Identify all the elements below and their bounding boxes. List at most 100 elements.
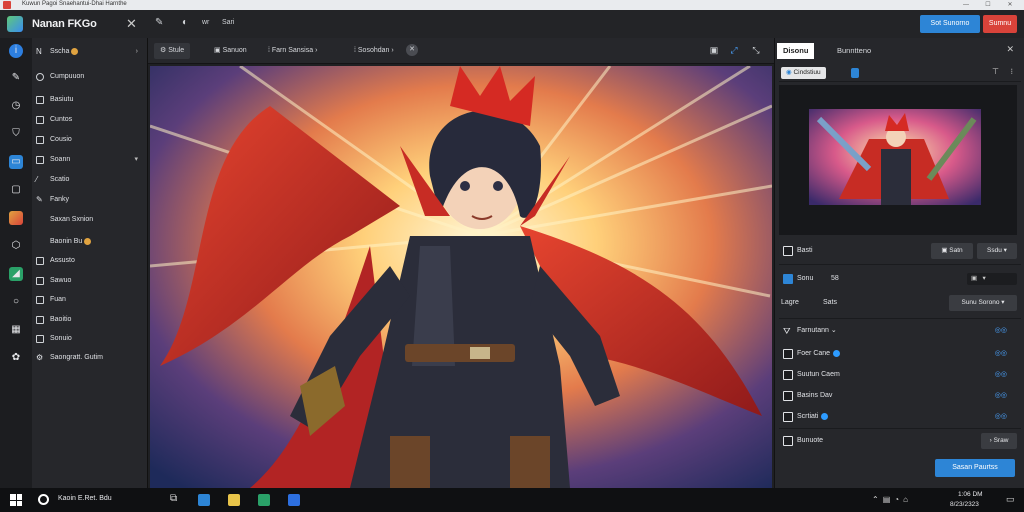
- panel-header-chip[interactable]: ◉ Cindstiuu: [781, 67, 826, 79]
- image-canvas[interactable]: [150, 66, 772, 488]
- windows-start-icon[interactable]: [10, 494, 22, 506]
- eye-icon[interactable]: ◎◎: [995, 323, 1007, 339]
- primary-action-button[interactable]: Sot Sunorno: [920, 15, 980, 33]
- satn-button[interactable]: ▣ Satn: [931, 243, 973, 259]
- sidebar-item[interactable]: Saxan Sxnion: [34, 212, 146, 228]
- adjust-icon[interactable]: ⬡: [9, 239, 23, 253]
- layer-row[interactable]: Suutun Caem ◎◎: [781, 367, 1019, 383]
- pin-icon[interactable]: ⊤: [992, 67, 999, 76]
- info-icon[interactable]: i: [9, 44, 23, 58]
- sonu-value: 58: [831, 275, 839, 282]
- checkbox[interactable]: [783, 412, 793, 422]
- sidebar-item[interactable]: ⚙ Saongratt. Gutim: [34, 350, 146, 366]
- layer-row[interactable]: Basins Dav ◎◎: [781, 388, 1019, 404]
- square-icon: [36, 257, 44, 265]
- chevron-icon[interactable]: ▾: [134, 152, 138, 168]
- secondary-action-button[interactable]: Sumnu: [983, 15, 1017, 33]
- checkbox[interactable]: [783, 391, 793, 401]
- sidebar-item[interactable]: Sawuo: [34, 273, 146, 289]
- chevron-down-icon[interactable]: ›: [136, 44, 138, 60]
- search-icon[interactable]: [38, 494, 49, 505]
- minimize-button[interactable]: —: [960, 0, 972, 10]
- pen-tool-icon[interactable]: ✎: [155, 17, 163, 28]
- grid-icon[interactable]: ▦: [9, 323, 23, 337]
- shield-icon[interactable]: ⛉: [9, 127, 23, 141]
- window-title: Kuwun Pagoi Snaehantui-Dhai Harnthe: [22, 1, 127, 7]
- circle-icon[interactable]: ○: [9, 295, 23, 309]
- eye-icon[interactable]: ◎◎: [995, 367, 1007, 383]
- close-panel-icon[interactable]: ✕: [1006, 44, 1014, 55]
- frame-icon[interactable]: ▢: [9, 183, 23, 197]
- checkbox[interactable]: [783, 246, 793, 256]
- explorer-icon[interactable]: [198, 494, 210, 506]
- layers-icon[interactable]: ▭: [9, 155, 23, 169]
- tab-farn-sansisa[interactable]: ⁞ Farn Sansisa ›: [262, 43, 323, 59]
- folder-icon[interactable]: [228, 494, 240, 506]
- app-icon[interactable]: [288, 494, 300, 506]
- layer-row[interactable]: Scrtiati ◎◎: [781, 409, 1019, 425]
- sidebar-item[interactable]: Basiutu: [34, 92, 146, 108]
- sidebar-item[interactable]: Assusto: [34, 253, 146, 269]
- ssdu-dropdown[interactable]: Ssdu ▾: [977, 243, 1017, 259]
- palette-icon[interactable]: [9, 211, 23, 225]
- sraw-button[interactable]: › Sraw: [981, 433, 1017, 449]
- layers-header[interactable]: ⛛ Farnutann ⌄ ◎◎: [781, 323, 1019, 339]
- tool-sari[interactable]: Sari: [222, 19, 234, 26]
- chevron-down-icon[interactable]: ›: [313, 47, 317, 54]
- sidebar-item[interactable]: Cousio: [34, 132, 146, 148]
- checkbox[interactable]: [783, 436, 793, 446]
- tab-sosohdan[interactable]: ⁞ Sosohdan ›: [348, 43, 400, 59]
- brush-icon[interactable]: ✎: [9, 71, 23, 85]
- sidebar-item[interactable]: Soann ▾: [34, 152, 146, 168]
- sidebar-item[interactable]: ⁄ Scatio: [34, 172, 146, 188]
- divider: [779, 264, 1021, 265]
- tab-stule[interactable]: ⚙ Stule: [154, 43, 191, 59]
- history-icon[interactable]: ◷: [9, 99, 23, 113]
- checkbox[interactable]: [783, 274, 793, 284]
- share-icon[interactable]: ⤢: [728, 44, 740, 56]
- sidebar-item[interactable]: Cuntos: [34, 112, 146, 128]
- checkbox[interactable]: [783, 349, 793, 359]
- tray-icons[interactable]: ⌃▤◔⌂: [872, 495, 912, 504]
- more-icon[interactable]: ⁝: [1010, 67, 1013, 76]
- sidebar-item-sscha[interactable]: N Sscha ›: [34, 44, 146, 60]
- task-view-icon[interactable]: ⧉: [170, 493, 177, 504]
- chevron-icon[interactable]: ›: [389, 47, 393, 54]
- eye-icon[interactable]: ◎◎: [995, 409, 1007, 425]
- tool-wr[interactable]: wr: [202, 19, 209, 26]
- settings-icon[interactable]: ✿: [9, 351, 23, 365]
- eye-icon[interactable]: ◎◎: [995, 388, 1007, 404]
- taskbar-search-text[interactable]: Kaoin E.Ret. Bdu: [58, 495, 112, 502]
- sidebar-item[interactable]: Baonin Bu: [34, 234, 146, 250]
- save-icon[interactable]: ▣: [708, 44, 720, 56]
- status-dot-icon: [821, 412, 829, 420]
- value-field[interactable]: ▣ ▾: [967, 273, 1017, 285]
- maximize-button[interactable]: ☐: [982, 0, 994, 10]
- sunu-sorono-dropdown[interactable]: Sunu Sorono ▾: [949, 295, 1017, 311]
- layer-row[interactable]: Foer Cane ◎◎: [781, 346, 1019, 362]
- sidebar-item[interactable]: Baoitio: [34, 312, 146, 328]
- tab-icon: ▣: [214, 47, 223, 54]
- expand-icon[interactable]: ⤡: [750, 44, 762, 56]
- taskbar-date: 8/23/2323: [950, 501, 979, 508]
- sidebar-item[interactable]: Sonuio: [34, 331, 146, 347]
- store-icon[interactable]: [258, 494, 270, 506]
- notification-icon[interactable]: ▭: [1006, 494, 1015, 505]
- sidebar-item[interactable]: ✎ Fanky: [34, 192, 146, 208]
- image-icon[interactable]: ◢: [9, 267, 23, 281]
- tab-close-icon[interactable]: ✕: [406, 44, 418, 56]
- app-title: Nanan FKGo: [32, 18, 97, 30]
- close-icon[interactable]: ✕: [126, 16, 137, 32]
- panel-tab-disonu[interactable]: Disonu: [777, 43, 815, 59]
- sidebar-item[interactable]: Cumpuuon: [34, 69, 146, 85]
- eye-icon[interactable]: ◎◎: [995, 346, 1007, 362]
- row-bunuote: Bunuote › Sraw: [781, 433, 1019, 449]
- tab-sanuon[interactable]: ▣ Sanuon: [208, 43, 253, 59]
- checkbox[interactable]: [783, 370, 793, 380]
- close-window-button[interactable]: ✕: [1004, 0, 1016, 10]
- sidebar-item[interactable]: Fuan: [34, 292, 146, 308]
- panel-tab-bunntteno[interactable]: Bunntteno: [831, 43, 877, 59]
- tool-rail: i ✎ ◷ ⛉ ▭ ▢ ⬡ ◢ ○ ▦ ✿: [0, 38, 32, 488]
- brush-tool-icon[interactable]: ◐: [182, 17, 188, 28]
- panel-primary-button[interactable]: Sasan Paurtss: [935, 459, 1015, 477]
